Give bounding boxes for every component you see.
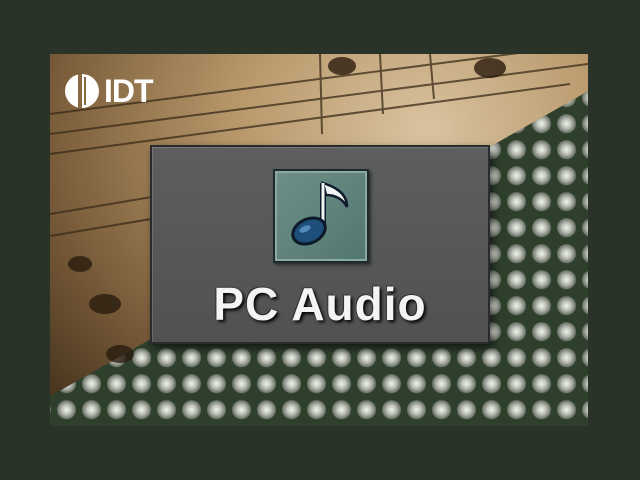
logo-text: IDT (104, 72, 154, 109)
window: { "brand": { "logo_text": "IDT" }, "main… (0, 0, 640, 480)
product-panel: PC Audio (150, 145, 490, 344)
idt-logo: IDT (64, 72, 154, 110)
product-title: PC Audio (213, 278, 427, 330)
idt-logo-icon (65, 74, 99, 108)
music-note-icon (273, 169, 369, 263)
